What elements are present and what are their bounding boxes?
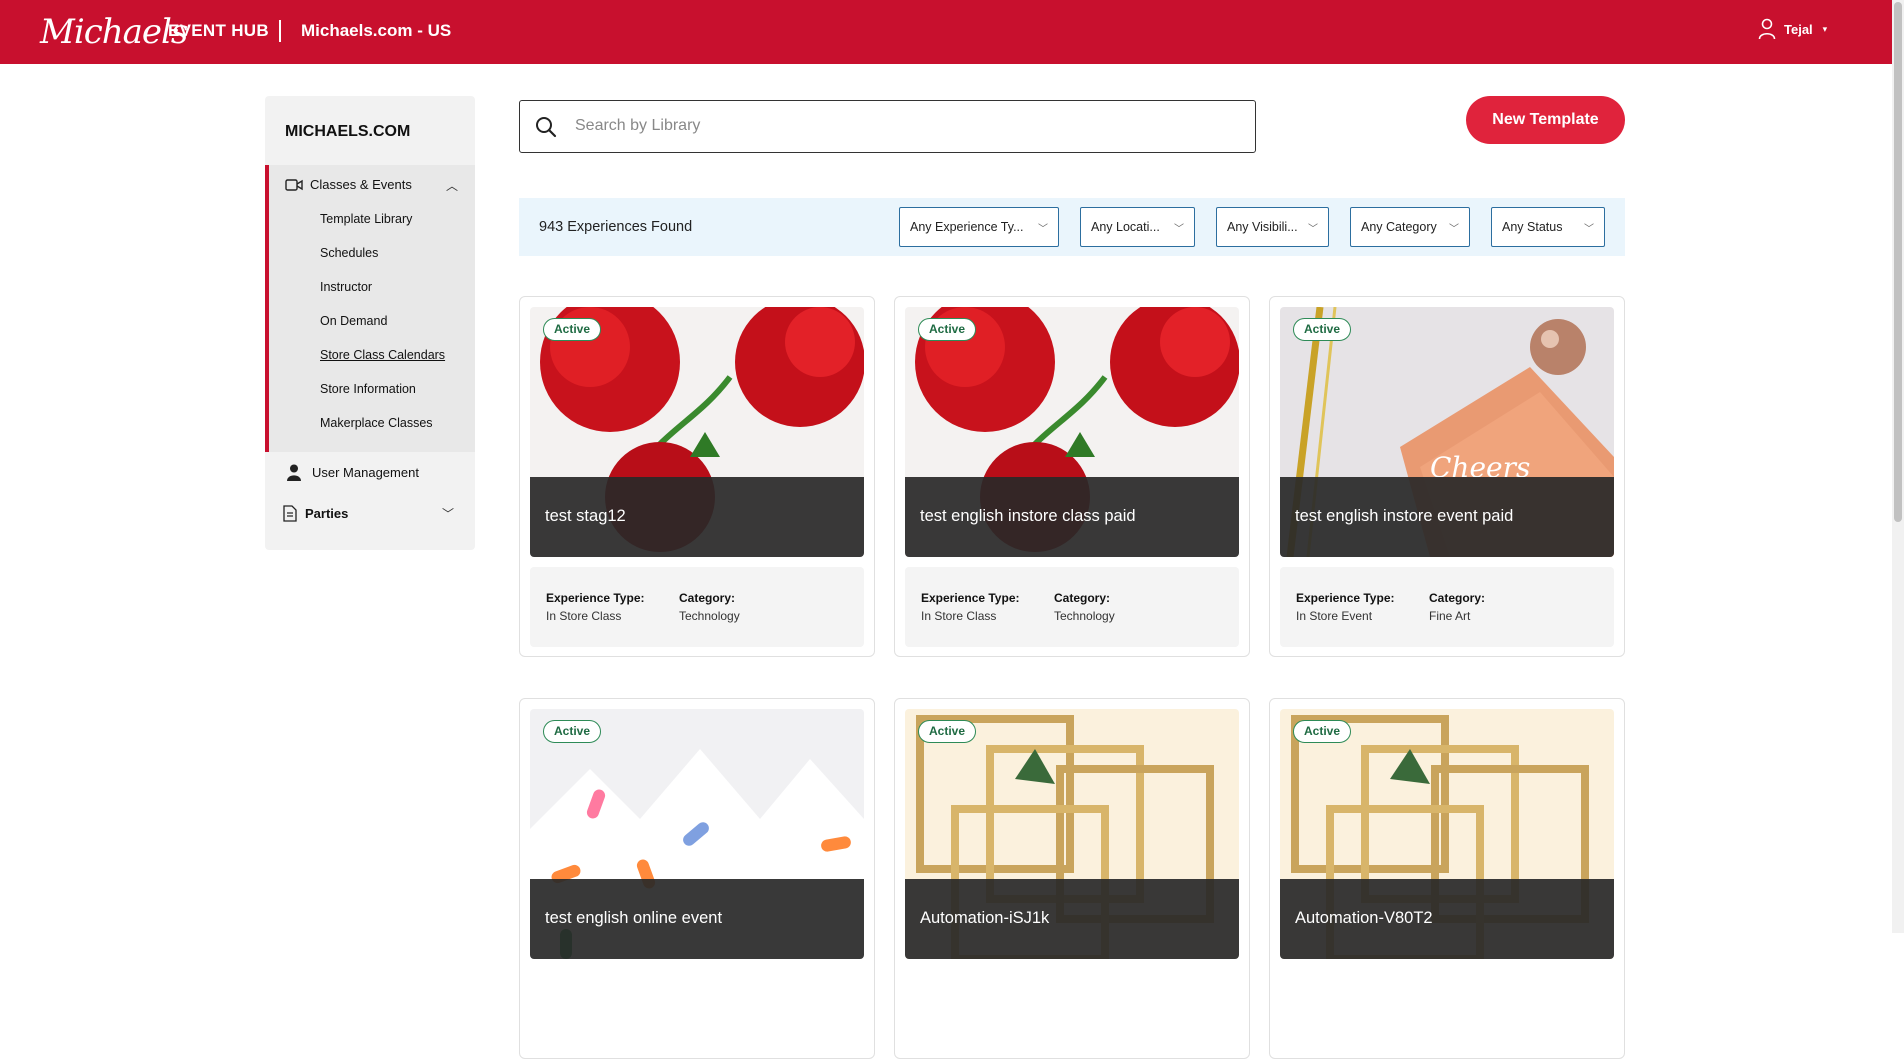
card-title: test english instore event paid: [1295, 507, 1514, 525]
sidebar-item-instructor[interactable]: Instructor: [320, 280, 372, 294]
top-header: Michaels EVENT HUB Michaels.com - US Tej…: [0, 0, 1892, 64]
experience-card[interactable]: Cheers test english instore event paid A…: [1269, 296, 1625, 657]
header-divider: [279, 20, 281, 42]
card-image: test stag12 Active: [530, 307, 864, 557]
card-image: test english online event Active: [530, 709, 864, 959]
filter-visibility[interactable]: Any Visibili... ﹀: [1216, 207, 1329, 247]
card-title-bar: test stag12: [530, 477, 864, 557]
search-input[interactable]: [575, 111, 1235, 141]
hub-title: EVENT HUB: [168, 21, 269, 40]
user-icon: [1758, 18, 1776, 40]
experience-card[interactable]: test stag12 Active Experience Type: In S…: [519, 296, 875, 657]
category-label: Category:: [679, 591, 736, 605]
filter-experience-type[interactable]: Any Experience Ty... ﹀: [899, 207, 1059, 247]
card-title-bar: Automation-V80T2: [1280, 879, 1614, 959]
filter-bar: 943 Experiences Found Any Experience Ty.…: [519, 198, 1625, 256]
card-image: Cheers test english instore event paid A…: [1280, 307, 1614, 557]
user-menu[interactable]: Tejal ▾: [1758, 18, 1827, 40]
michaels-logo[interactable]: Michaels: [40, 12, 188, 52]
card-image: Automation-V80T2 Active: [1280, 709, 1614, 959]
experience-card[interactable]: Automation-iSJ1k Active: [894, 698, 1250, 1059]
card-title-bar: test english instore class paid: [905, 477, 1239, 557]
sidebar-item-parties[interactable]: Parties: [283, 505, 348, 522]
experience-type-label: Experience Type:: [546, 591, 645, 605]
results-count: 943 Experiences Found: [539, 219, 693, 235]
sidebar-item-label: User Management: [312, 465, 419, 480]
card-image: test english instore class paid Active: [905, 307, 1239, 557]
sidebar-item-on-demand[interactable]: On Demand: [320, 314, 387, 328]
filter-label: Any Experience Ty...: [910, 220, 1024, 234]
search-icon: [536, 117, 557, 138]
status-badge: Active: [1293, 318, 1352, 341]
chevron-up-icon[interactable]: ︿: [446, 177, 458, 194]
chevron-down-icon: ﹀: [1038, 224, 1048, 235]
card-title: test english online event: [545, 909, 723, 927]
chevron-down-icon: ﹀: [1308, 224, 1318, 235]
search-box: [519, 100, 1256, 153]
card-info: Experience Type: In Store Class Category…: [530, 567, 864, 647]
experience-card[interactable]: test english online event Active: [519, 698, 875, 1059]
site-selector[interactable]: Michaels.com - US: [301, 21, 451, 41]
person-icon: [287, 464, 301, 481]
scrollbar-thumb[interactable]: [1894, 2, 1902, 522]
sidebar-item-schedules[interactable]: Schedules: [320, 246, 378, 260]
sidebar-item-template-library[interactable]: Template Library: [320, 212, 412, 226]
category-value: Fine Art: [1429, 609, 1471, 623]
sidebar-item-makerplace-classes[interactable]: Makerplace Classes: [320, 416, 433, 430]
chevron-down-icon: ﹀: [1449, 224, 1459, 235]
filter-location[interactable]: Any Locati... ﹀: [1080, 207, 1195, 247]
status-badge: Active: [543, 318, 602, 341]
sidebar-item-store-class-calendars[interactable]: Store Class Calendars: [320, 348, 445, 362]
card-title: Automation-V80T2: [1295, 909, 1433, 927]
card-title: test english instore class paid: [920, 507, 1136, 525]
sidebar-item-store-information[interactable]: Store Information: [320, 382, 416, 396]
sidebar-item-label: Classes & Events: [310, 177, 412, 192]
card-info: Experience Type: In Store Class Category…: [905, 567, 1239, 647]
card-image: Automation-iSJ1k Active: [905, 709, 1239, 959]
status-badge: Active: [1293, 720, 1352, 743]
card-title-bar: Automation-iSJ1k: [905, 879, 1239, 959]
filter-category[interactable]: Any Category ﹀: [1350, 207, 1470, 247]
status-badge: Active: [918, 318, 977, 341]
category-label: Category:: [1429, 591, 1486, 605]
sidebar-section-classes-events: Classes & Events ︿ Template Library Sche…: [265, 165, 475, 452]
experience-type-value: In Store Event: [1296, 609, 1373, 623]
filter-label: Any Status: [1502, 220, 1563, 234]
experience-type-value: In Store Class: [546, 609, 622, 623]
experience-card[interactable]: Automation-V80T2 Active: [1269, 698, 1625, 1059]
document-icon: [283, 505, 297, 522]
sidebar-heading: MICHAELS.COM: [285, 123, 411, 140]
caret-down-icon: ▾: [1822, 23, 1828, 34]
category-value: Technology: [679, 609, 740, 623]
sidebar-item-user-management[interactable]: User Management: [287, 464, 419, 481]
video-camera-icon: [285, 178, 303, 191]
experience-type-label: Experience Type:: [1296, 591, 1395, 605]
status-badge: Active: [543, 720, 602, 743]
status-badge: Active: [918, 720, 977, 743]
chevron-down-icon: ﹀: [1174, 224, 1184, 235]
filter-status[interactable]: Any Status ﹀: [1491, 207, 1605, 247]
experience-card[interactable]: test english instore class paid Active E…: [894, 296, 1250, 657]
experience-type-label: Experience Type:: [921, 591, 1020, 605]
category-label: Category:: [1054, 591, 1111, 605]
category-value: Technology: [1054, 609, 1115, 623]
sidebar-item-classes-events[interactable]: Classes & Events: [285, 177, 412, 192]
card-title: Automation-iSJ1k: [920, 909, 1050, 927]
card-title: test stag12: [545, 507, 626, 525]
card-title-bar: test english online event: [530, 879, 864, 959]
chevron-down-icon: ﹀: [1584, 224, 1594, 235]
sidebar-item-label: Parties: [305, 506, 349, 521]
experience-type-value: In Store Class: [921, 609, 997, 623]
card-info: Experience Type: In Store Event Category…: [1280, 567, 1614, 647]
new-template-button[interactable]: New Template: [1466, 96, 1625, 144]
filter-label: Any Visibili...: [1227, 220, 1298, 234]
card-title-bar: test english instore event paid: [1280, 477, 1614, 557]
filter-label: Any Category: [1361, 220, 1437, 234]
user-name: Tejal: [1784, 21, 1813, 37]
filter-label: Any Locati...: [1091, 220, 1160, 234]
sidebar: MICHAELS.COM Classes & Events ︿ Template…: [265, 96, 475, 550]
chevron-down-icon[interactable]: ﹀: [442, 505, 454, 522]
